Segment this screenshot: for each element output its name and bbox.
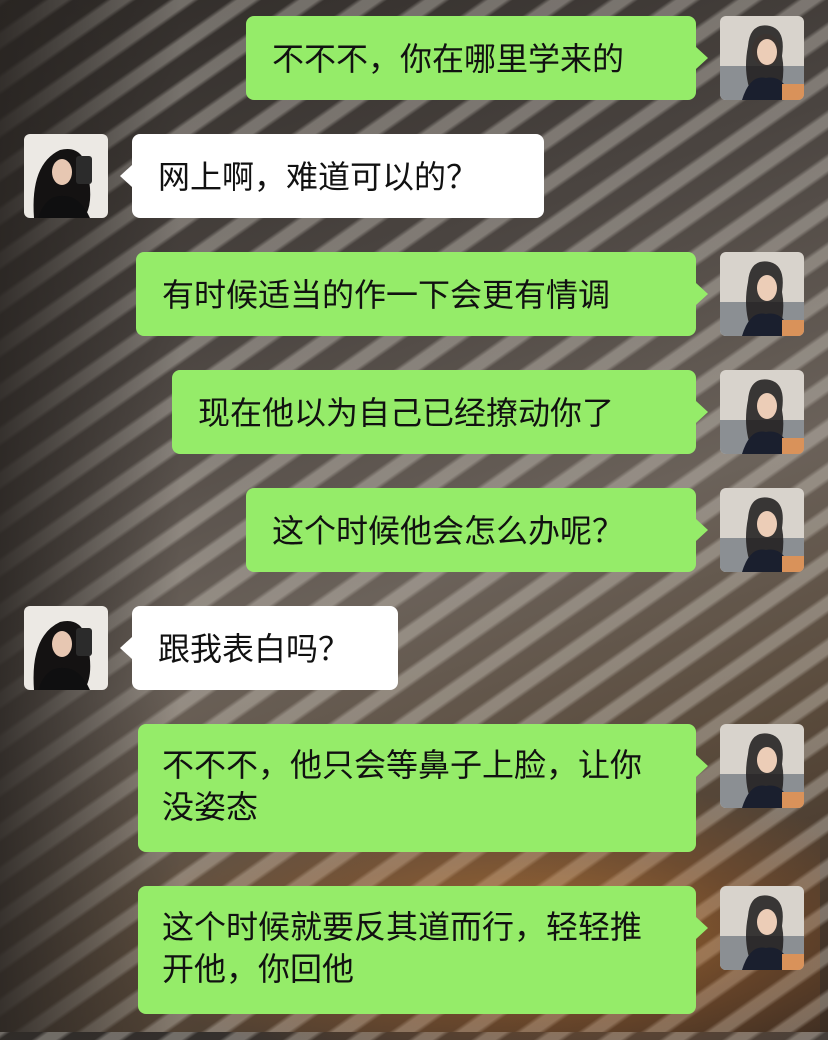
bubble-tail [120, 637, 132, 659]
message-bubble[interactable]: 现在他以为自己已经撩动你了 [172, 370, 696, 454]
message-text: 这个时候他会怎么办呢？ [272, 512, 625, 550]
user-avatar-icon[interactable] [720, 886, 804, 970]
message-bubble[interactable]: 不不不，他只会等鼻子上脸，让你没姿态 [138, 724, 696, 852]
bubble-tail [696, 917, 708, 939]
message-text: 不不不，他只会等鼻子上脸，让你没姿态 [162, 746, 643, 826]
message-text: 这个时候就要反其道而行，轻轻推开他，你回他 [162, 908, 643, 988]
bubble-tail [696, 283, 708, 305]
message-bubble[interactable]: 这个时候他会怎么办呢？ [246, 488, 696, 572]
user-avatar-icon[interactable] [720, 488, 804, 572]
message-text: 跟我表白吗？ [158, 630, 351, 668]
message-text: 网上啊，难道可以的？ [158, 158, 479, 196]
contact-avatar-icon[interactable] [24, 606, 108, 690]
message-bubble[interactable]: 不不不，你在哪里学来的 [246, 16, 696, 100]
bubble-tail [696, 755, 708, 777]
user-avatar-icon[interactable] [720, 724, 804, 808]
user-avatar-icon[interactable] [720, 16, 804, 100]
message-bubble[interactable]: 这个时候就要反其道而行，轻轻推开他，你回他 [138, 886, 696, 1014]
message-bubble[interactable]: 跟我表白吗？ [132, 606, 398, 690]
bubble-tail [696, 47, 708, 69]
message-bubble[interactable]: 网上啊，难道可以的？ [132, 134, 544, 218]
message-bubble[interactable]: 有时候适当的作一下会更有情调 [136, 252, 696, 336]
bubble-tail [696, 519, 708, 541]
bubble-tail [696, 401, 708, 423]
bubble-tail [120, 165, 132, 187]
message-text: 有时候适当的作一下会更有情调 [162, 276, 611, 314]
message-text: 现在他以为自己已经撩动你了 [198, 394, 615, 432]
message-text: 不不不，你在哪里学来的 [272, 40, 625, 78]
user-avatar-icon[interactable] [720, 370, 804, 454]
contact-avatar-icon[interactable] [24, 134, 108, 218]
user-avatar-icon[interactable] [720, 252, 804, 336]
